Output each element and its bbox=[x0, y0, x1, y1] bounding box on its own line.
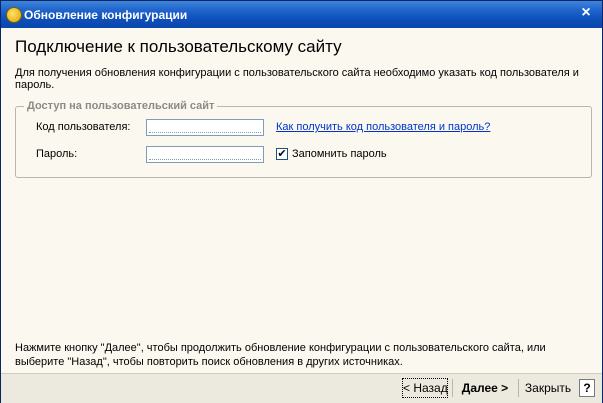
page-title: Подключение к пользовательскому сайту bbox=[15, 37, 342, 56]
close-icon[interactable]: × bbox=[578, 5, 594, 21]
title-bar[interactable]: Обновление конфигурации × bbox=[1, 1, 602, 28]
button-bar: < Назад Далее > Закрыть ? bbox=[1, 373, 602, 403]
get-code-help-link[interactable]: Как получить код пользователя и пароль? bbox=[276, 121, 490, 133]
page-description: Для получения обновления конфигурации с … bbox=[15, 67, 579, 91]
next-button[interactable]: Далее > bbox=[456, 378, 514, 398]
remember-password-label[interactable]: Запомнить пароль bbox=[292, 148, 387, 160]
user-code-label: Код пользователя: bbox=[36, 121, 131, 133]
user-code-input[interactable] bbox=[146, 119, 264, 136]
app-logo-icon bbox=[6, 7, 22, 23]
button-separator bbox=[452, 379, 453, 397]
password-label: Пароль: bbox=[36, 148, 78, 160]
instructions-text: Нажмите кнопку "Далее", чтобы продолжить… bbox=[15, 342, 546, 368]
access-group-legend: Доступ на пользовательский сайт bbox=[24, 100, 218, 112]
window-title: Обновление конфигурации bbox=[24, 8, 188, 22]
password-input[interactable] bbox=[146, 146, 264, 163]
access-groupbox: Доступ на пользовательский сайт Код поль… bbox=[15, 100, 592, 178]
remember-password-checkbox[interactable]: ✔ bbox=[276, 148, 288, 160]
wizard-content: Подключение к пользовательскому сайту Дл… bbox=[1, 29, 602, 373]
help-button[interactable]: ? bbox=[579, 379, 595, 397]
dialog-window: Обновление конфигурации × Подключение к … bbox=[0, 0, 603, 403]
close-button[interactable]: Закрыть bbox=[522, 378, 574, 398]
back-button[interactable]: < Назад bbox=[402, 378, 448, 398]
button-separator bbox=[518, 379, 519, 397]
